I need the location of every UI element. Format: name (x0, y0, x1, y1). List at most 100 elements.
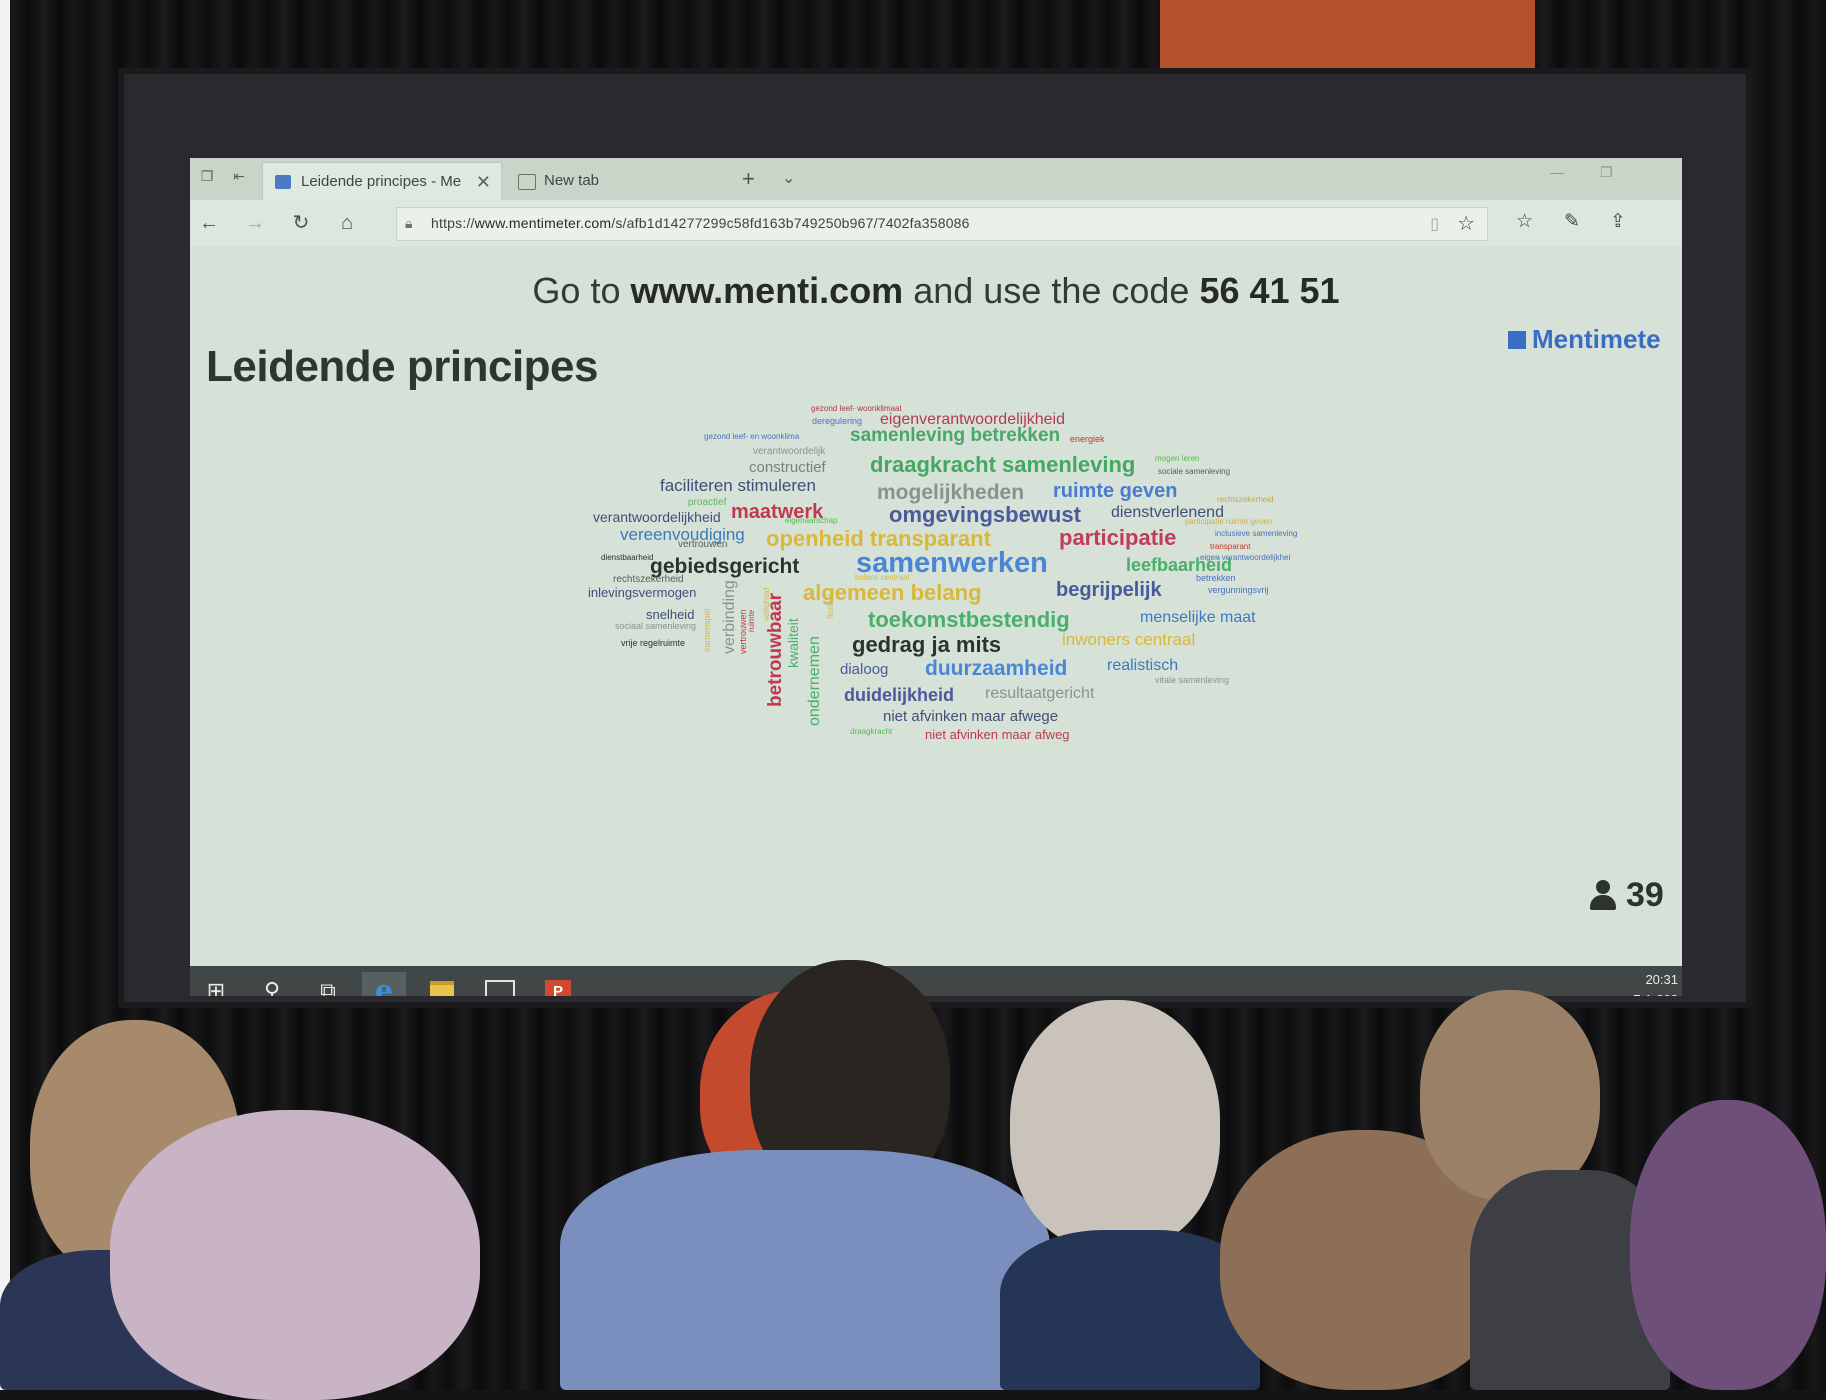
clock-time: 20:31 (1645, 972, 1678, 987)
address-bar[interactable]: 🔒︎ https://www.mentimeter.com/s/afb1d142… (396, 207, 1488, 241)
projected-desktop: ❐ ⇤ Leidende principes - Me ✕ New tab + … (190, 158, 1682, 996)
word-cloud-term: dienstbaarheid (601, 553, 654, 562)
word-cloud-term: vitale samenleving (1155, 675, 1230, 685)
word-cloud-term: betrekken (1196, 573, 1236, 583)
word-cloud-term: energiek (1070, 434, 1105, 444)
tab-label: New tab (544, 172, 600, 189)
word-cloud-term: sociale samenleving (1158, 467, 1231, 476)
audience-head (1630, 1100, 1826, 1390)
word-cloud-term: inclusieve samenleving (1215, 529, 1298, 538)
search-icon[interactable]: ⚲ (250, 972, 294, 996)
audience-head (1420, 990, 1600, 1200)
word-cloud-term: flexibel (826, 594, 835, 619)
word-cloud-term: vrije regelruimte (621, 638, 686, 648)
close-icon[interactable]: ✕ (476, 163, 491, 201)
word-cloud-term: ruimte geven (1053, 480, 1178, 502)
word-cloud-term: ondernemen (806, 636, 823, 726)
edge-browser-icon[interactable]: e (362, 972, 406, 996)
word-cloud-term: constructief (749, 459, 826, 476)
tabs-aside-icon[interactable]: ⇤ (228, 168, 250, 186)
word-cloud-term: draagkracht samenleving (870, 452, 1136, 477)
windows-taskbar: ⊞ ⚲ ⧉ e P 20:31 7-1-202 (190, 966, 1682, 996)
browser-nav-bar: ← → ↻ ⌂ 🔒︎ https://www.mentimeter.com/s/… (190, 200, 1682, 246)
word-cloud-term: vertrouwen (678, 539, 728, 550)
tab-leidende-principes[interactable]: Leidende principes - Me ✕ (262, 162, 502, 201)
restore-icon[interactable]: ❐ (1600, 164, 1613, 181)
word-cloud-term: duurzaamheid (925, 657, 1068, 680)
taskbar-clock[interactable]: 20:31 7-1-202 (1633, 970, 1678, 996)
word-cloud-term: draagkracht (850, 727, 893, 736)
word-cloud-term: verantwoordelijk (753, 446, 826, 457)
tab-new-tab[interactable]: New tab (506, 162, 726, 200)
audience-body (560, 1150, 1050, 1390)
word-cloud-term: niet afvinken maar afweg (925, 727, 1070, 742)
reading-view-icon[interactable]: ▯ (1430, 214, 1439, 234)
word-cloud-term: transparant (1210, 542, 1251, 551)
photos-icon[interactable] (478, 972, 522, 996)
word-cloud-term: inwoners centraal (1062, 630, 1196, 649)
participant-count: 39 (1590, 876, 1664, 915)
word-cloud-term: begrijpelijk (1056, 579, 1162, 601)
file-explorer-icon[interactable] (420, 972, 464, 996)
clock-date: 7-1-202 (1633, 990, 1678, 996)
share-icon[interactable]: ⇪ (1610, 210, 1626, 233)
home-icon[interactable]: ⌂ (332, 208, 362, 238)
word-cloud-term: verantwoordelijkheid (593, 509, 721, 525)
word-cloud: gezond leef- woonklimaat deregulering eige… (190, 246, 1682, 966)
word-cloud-term: participatie (1059, 525, 1177, 550)
word-cloud-term: faciliteren stimuleren (660, 476, 816, 495)
plus-icon[interactable]: + (742, 166, 755, 192)
tab-label: Leidende principes - Me (301, 173, 462, 190)
word-cloud-term: resultaatgericht (985, 685, 1095, 702)
audience-head (1010, 1000, 1220, 1250)
photo-border (0, 0, 10, 1390)
word-cloud-term: rechtszekerheid (613, 574, 684, 585)
back-arrow-icon[interactable]: ← (194, 208, 224, 238)
word-cloud-term: ruimte (747, 609, 756, 632)
tab-actions-icon[interactable]: ❐ (196, 168, 218, 186)
audience-head (110, 1110, 480, 1400)
word-cloud-term: menselijke maat (1140, 609, 1256, 626)
word-cloud-term: gezond leef- en woonklima (704, 432, 800, 441)
word-cloud-term: duidelijkheid (844, 685, 955, 705)
word-cloud-term: gedrag ja mits (852, 632, 1002, 657)
favorites-list-icon[interactable]: ☆ (1516, 210, 1533, 233)
word-cloud-term: veiligheid (762, 587, 771, 621)
pen-icon[interactable]: ✎ (1564, 210, 1580, 233)
person-icon (1590, 880, 1616, 910)
word-cloud-term: sociaal samenleving (615, 621, 697, 631)
new-tab-icon (518, 174, 536, 190)
star-icon[interactable]: ☆ (1457, 211, 1475, 236)
presentation-slide: Go to www.menti.com and use the code 56 … (190, 246, 1682, 966)
word-cloud-term: niet afvinken maar afwege (883, 708, 1059, 725)
word-cloud-term: rechtszekerheid (1217, 495, 1274, 504)
windows-start-icon[interactable]: ⊞ (194, 972, 238, 996)
chevron-down-icon[interactable]: ⌄ (782, 168, 795, 188)
word-cloud-term: snelheid (646, 607, 695, 622)
task-view-icon[interactable]: ⧉ (306, 972, 350, 996)
url-text: https://www.mentimeter.com/s/afb1d142772… (431, 215, 970, 231)
mentimeter-tab-icon (275, 175, 291, 189)
word-cloud-term: samenspel (702, 608, 712, 652)
word-cloud-term: eigenaarschap (785, 516, 838, 525)
refresh-icon[interactable]: ↻ (286, 208, 316, 238)
lock-icon: 🔒︎ (405, 215, 413, 231)
word-cloud-term: omgevingsbewust (889, 502, 1081, 527)
word-cloud-term: proactief (688, 497, 727, 508)
word-cloud-term: leefbaarheid (1126, 555, 1233, 575)
word-cloud-term: mogen leren (1155, 454, 1200, 463)
word-cloud-term: dialoog (840, 661, 889, 678)
word-cloud-term: toekomstbestendig (868, 607, 1070, 632)
word-cloud-term: verbinding (721, 580, 738, 654)
forward-arrow-icon[interactable]: → (240, 208, 270, 238)
minimize-icon[interactable]: — (1550, 164, 1564, 180)
browser-tab-bar: ❐ ⇤ Leidende principes - Me ✕ New tab + … (190, 158, 1682, 201)
word-cloud-term: inlevingsvermogen (588, 585, 697, 600)
word-cloud-term: vergunningsvrij (1208, 585, 1269, 595)
word-cloud-term: samenleving betrekken (850, 425, 1061, 446)
word-cloud-term: kwaliteit (785, 618, 801, 668)
word-cloud-term: participatie ruimte geven (1185, 517, 1273, 526)
word-cloud-term: mogelijkheden (877, 481, 1025, 504)
word-cloud-term: realistisch (1107, 657, 1179, 674)
powerpoint-icon[interactable]: P (536, 972, 580, 996)
